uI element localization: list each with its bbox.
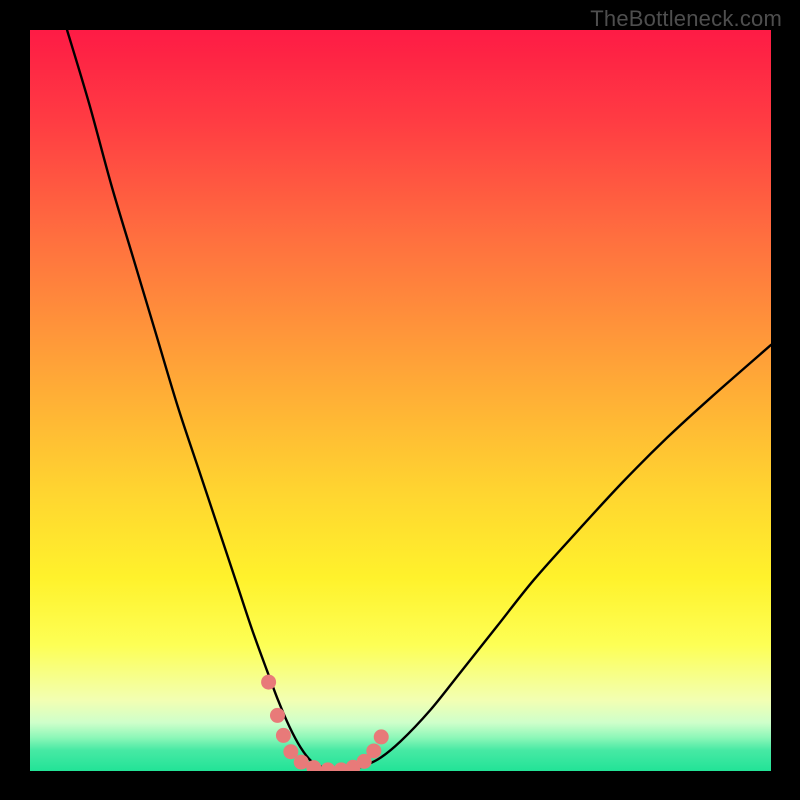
valley-marker [261,675,276,690]
chart-svg [30,30,771,771]
gradient-background [30,30,771,771]
plot-area [30,30,771,771]
valley-marker [366,743,381,758]
valley-marker [270,708,285,723]
watermark-label: TheBottleneck.com [590,6,782,32]
valley-marker [276,728,291,743]
outer-frame: TheBottleneck.com [0,0,800,800]
valley-marker [374,729,389,744]
